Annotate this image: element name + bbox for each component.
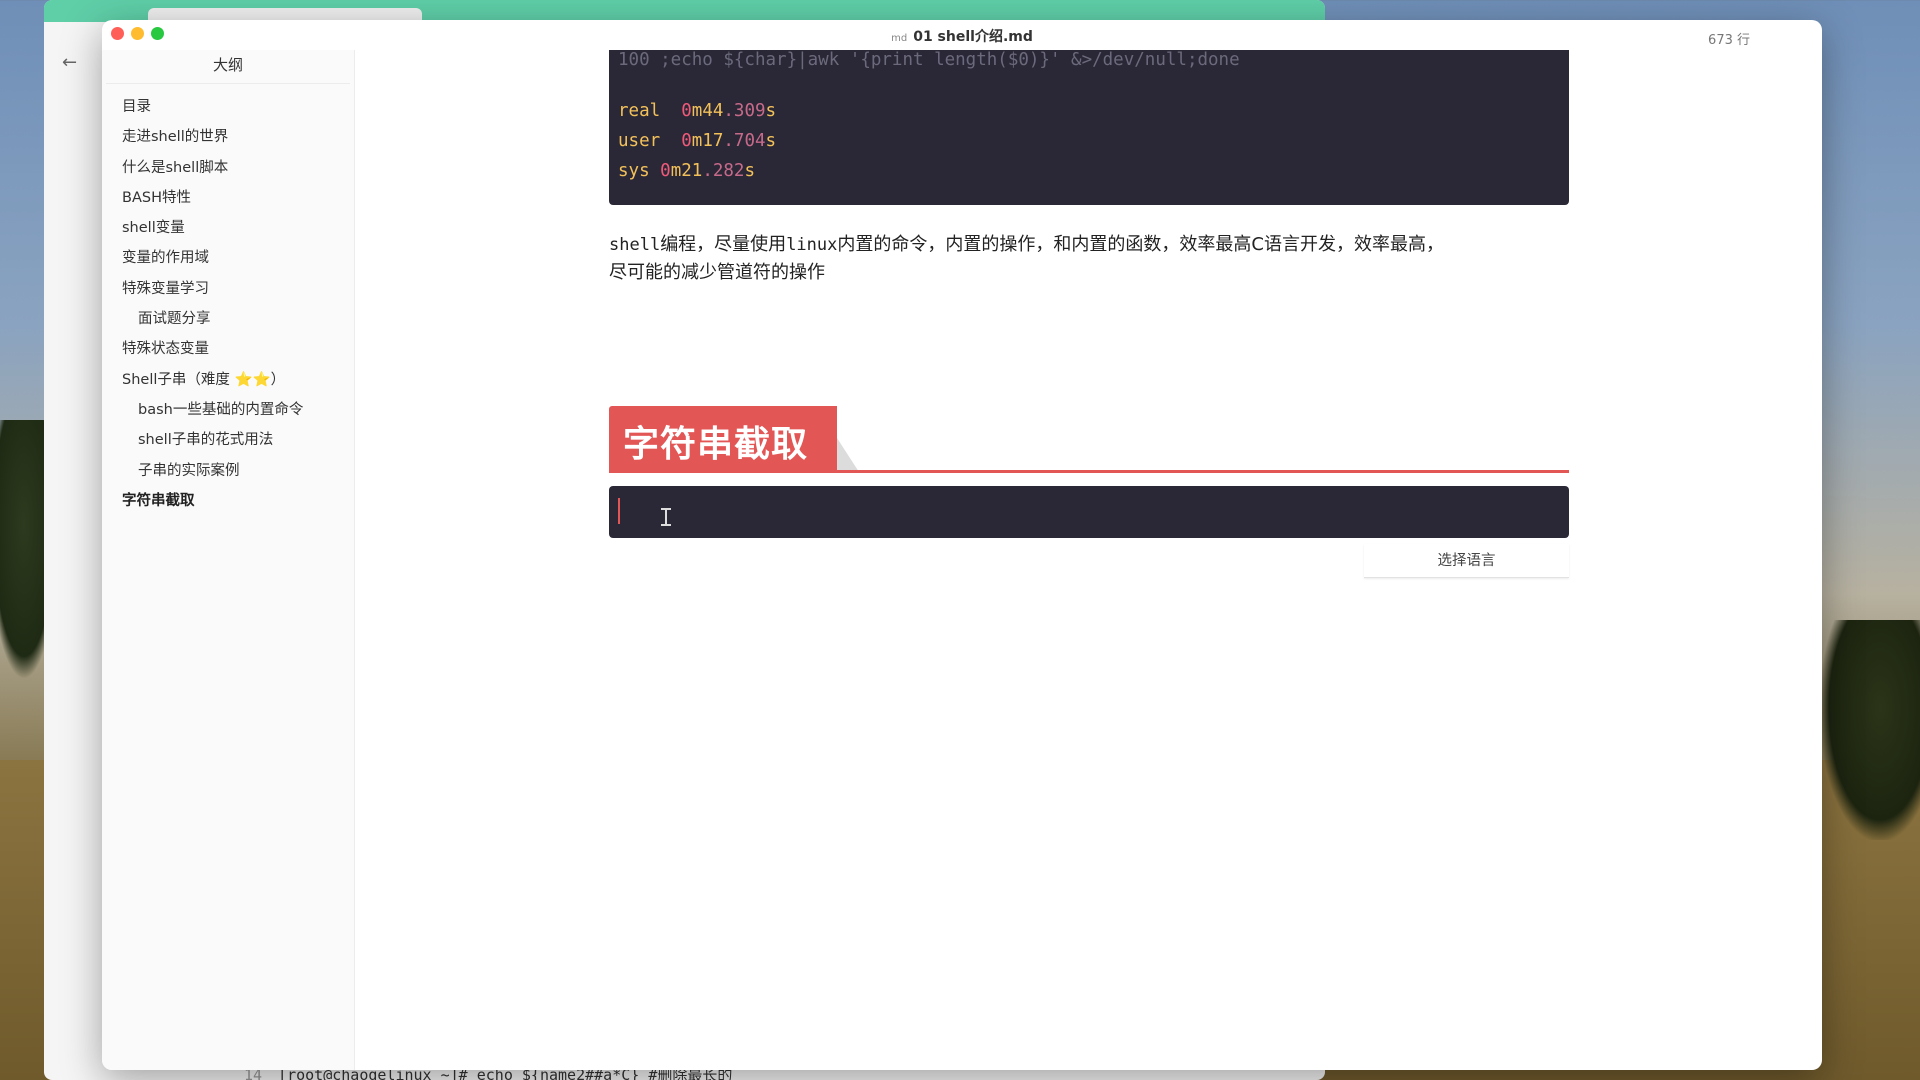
outline-item[interactable]: 变量的作用域	[102, 243, 354, 273]
document-title: md 01 shell介绍.md	[102, 26, 1822, 46]
line-count: 673 行	[1708, 33, 1750, 48]
outline-list: 目录 走进shell的世界 什么是shell脚本 BASH特性 shell变量 …	[102, 84, 354, 516]
outline-item[interactable]: Shell子串（难度 ⭐⭐）	[102, 365, 354, 395]
outline-subitem[interactable]: bash一些基础的内置命令	[102, 395, 354, 425]
outline-item[interactable]: 走进shell的世界	[102, 122, 354, 152]
empty-code-block[interactable]	[609, 486, 1569, 538]
outline-sidebar: 大纲 目录 走进shell的世界 什么是shell脚本 BASH特性 shell…	[102, 50, 355, 1070]
editor-content[interactable]: 100 ;echo ${char}|awk '{print length($0)…	[356, 50, 1822, 1070]
code-line-real: real 0m44.309s	[618, 101, 777, 121]
code-line-user: user 0m17.704s	[618, 131, 777, 151]
titlebar: md 01 shell介绍.md 673 行	[102, 20, 1822, 50]
section-heading-text: 字符串截取	[623, 424, 809, 465]
outline-subitem[interactable]: 面试题分享	[102, 304, 354, 334]
section-heading: 字符串截取	[609, 406, 837, 472]
ibeam-cursor-icon	[661, 508, 671, 526]
markdown-file-icon: md	[891, 33, 908, 44]
heading-fold-decoration	[837, 438, 859, 472]
outline-item[interactable]: 特殊状态变量	[102, 334, 354, 364]
paragraph: shell编程，尽量使用linux内置的命令，内置的操作，和内置的函数，效率最高…	[609, 234, 1444, 283]
outline-item[interactable]: 目录	[102, 92, 354, 122]
outline-item[interactable]: 什么是shell脚本	[102, 153, 354, 183]
outline-item-active[interactable]: 字符串截取	[102, 486, 354, 516]
outline-item[interactable]: shell变量	[102, 213, 354, 243]
language-select[interactable]: 选择语言	[1364, 544, 1569, 578]
outline-header: 大纲	[106, 50, 350, 84]
code-line-cut: 100 ;echo ${char}|awk '{print length($0)…	[618, 50, 1240, 70]
code-line-sys: sys 0m21.282s	[618, 161, 756, 181]
text-caret	[618, 498, 620, 524]
outline-item[interactable]: BASH特性	[102, 183, 354, 213]
heading-underline	[609, 470, 1569, 473]
document-title-text: 01 shell介绍.md	[913, 29, 1033, 45]
outline-item[interactable]: 特殊变量学习	[102, 274, 354, 304]
desktop-tree-right	[1820, 620, 1920, 840]
outline-subitem[interactable]: shell子串的花式用法	[102, 425, 354, 455]
editor-window: md 01 shell介绍.md 673 行 大纲 目录 走进shell的世界 什…	[102, 20, 1822, 1070]
outline-subitem[interactable]: 子串的实际案例	[102, 456, 354, 486]
code-block[interactable]: 100 ;echo ${char}|awk '{print length($0)…	[609, 50, 1569, 205]
